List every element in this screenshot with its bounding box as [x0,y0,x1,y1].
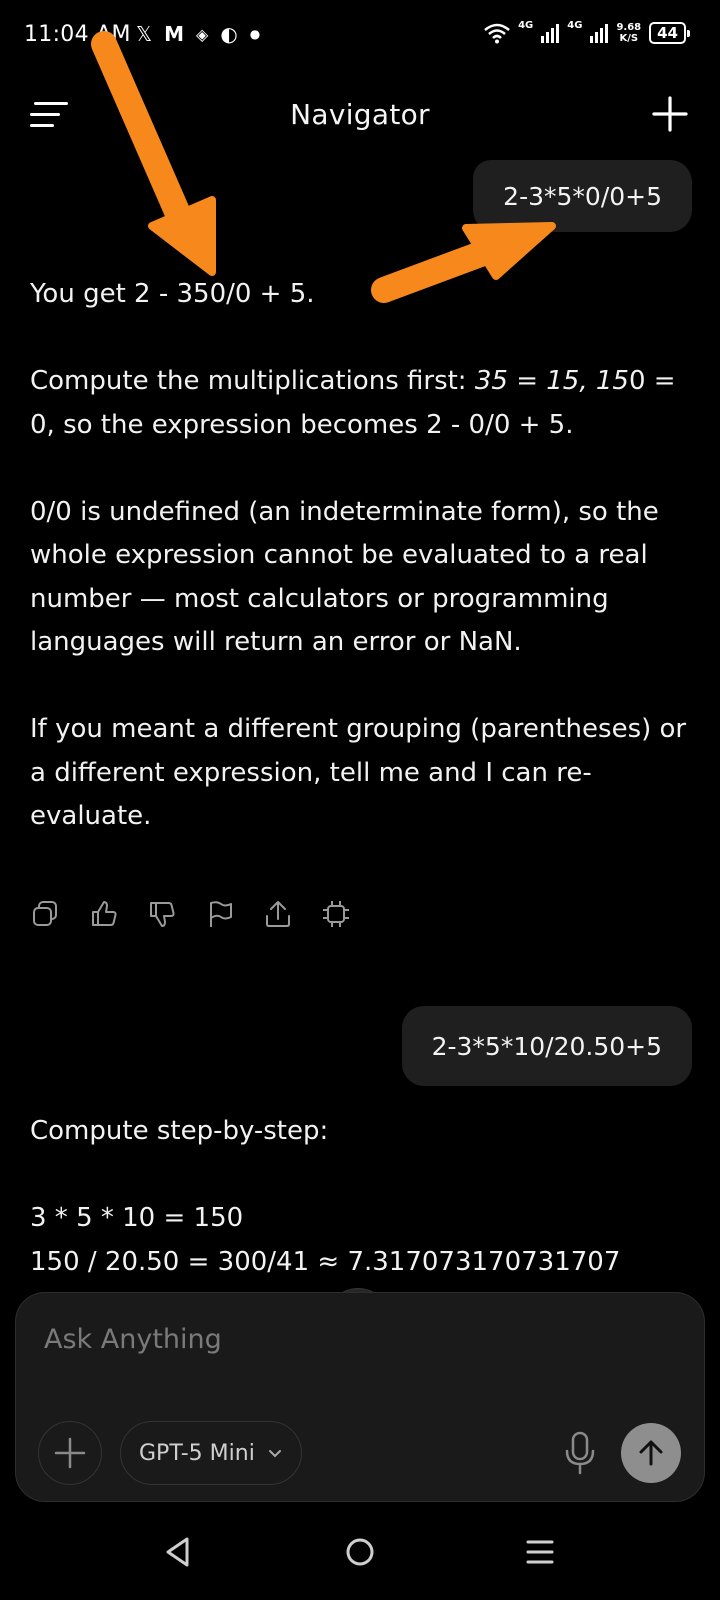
status-time: 11:04 AM [24,22,131,47]
like-button[interactable] [88,898,120,930]
answer-paragraph: 150 / 20.50 = 300/41 ≈ 7.317073170731707 [30,1246,621,1277]
network-type-1: 4G [518,19,534,31]
thumbs-up-icon [92,901,117,926]
x-app-icon: 𝕏 [136,22,153,46]
wifi-icon [484,23,510,44]
speed-value: 9.68 [616,22,642,33]
chat-thread[interactable]: 2-3*5*0/0+5 You get 2 - 350/0 + 5. Compu… [0,158,720,1358]
arrow-up-icon [639,1440,663,1466]
system-navigation-bar [0,1502,720,1600]
send-button[interactable] [621,1423,681,1483]
home-circle-icon [346,1538,374,1566]
dislike-button[interactable] [146,898,178,930]
network-type-2: 4G [567,19,583,31]
answer-text: Compute the multiplications first: [30,366,475,396]
microphone-icon [565,1431,595,1475]
recents-button[interactable] [520,1532,560,1572]
notification-icons: 𝕏 M ◈ ◐ ● [136,22,260,46]
assistant-message: Compute step-by-step: 3 * 5 * 10 = 150 1… [30,1110,690,1284]
assistant-message: You get 2 - 350/0 + 5. Compute the multi… [30,273,690,882]
copy-button[interactable] [30,898,62,930]
voice-input-button[interactable] [556,1427,604,1479]
report-button[interactable] [204,898,236,930]
chip-icon [323,901,349,927]
status-bar: 11:04 AM 𝕏 M ◈ ◐ ● 4G 4G 9.68 K/S 44 [0,0,720,72]
answer-paragraph: 0/0 is undefined (an indeterminate form)… [30,496,659,658]
gmail-icon: M [164,22,185,46]
signal-icon-2 [590,24,609,43]
copy-icon [33,901,57,926]
chevron-down-icon [268,1450,281,1458]
page-title: Navigator [290,98,430,131]
message-actions [30,898,352,930]
message-input[interactable] [44,1319,644,1359]
answer-paragraph: Compute the multiplications first: 35 = … [30,360,690,447]
attach-button[interactable] [38,1421,102,1485]
speed-unit: K/S [619,33,639,44]
plus-icon [54,1437,86,1469]
new-chat-button[interactable] [650,94,690,134]
answer-paragraph: If you meant a different grouping (paren… [30,714,687,831]
back-triangle-icon [166,1537,189,1567]
home-button[interactable] [340,1532,380,1572]
app-icon: ◈ [196,24,209,44]
app-header: Navigator [0,72,720,158]
share-button[interactable] [262,898,294,930]
back-button[interactable] [158,1532,198,1572]
thumbs-down-icon [150,902,175,927]
plus-icon [652,96,688,132]
user-message: 2-3*5*10/20.50+5 [401,1006,692,1086]
status-indicators: 4G 4G 9.68 K/S 44 [484,19,690,44]
answer-paragraph: 3 * 5 * 10 = 150 [30,1203,244,1233]
menu-lines-icon [526,1540,554,1564]
message-composer: GPT-5 Mini [15,1292,705,1502]
flag-icon [210,901,232,927]
signal-icon [541,24,560,43]
chat-panel: Navigator 2-3*5*0/0+5 You get 2 - 350/0 … [0,72,720,1502]
more-notifications-dot: ● [249,27,261,41]
model-info-button[interactable] [320,898,352,930]
network-speed: 9.68 K/S [616,22,641,44]
answer-paragraph: Compute step-by-step: [30,1116,329,1146]
battery-indicator: 44 [649,22,690,44]
app-icon-2: ◐ [220,22,238,46]
model-label: GPT-5 Mini [139,1440,255,1466]
answer-italic-text: 35 = 15, 15 [474,366,629,396]
share-icon [266,901,290,927]
user-message: 2-3*5*0/0+5 [473,160,692,232]
answer-paragraph: You get 2 - 350/0 + 5. [30,279,315,309]
model-selector[interactable]: GPT-5 Mini [120,1421,302,1485]
